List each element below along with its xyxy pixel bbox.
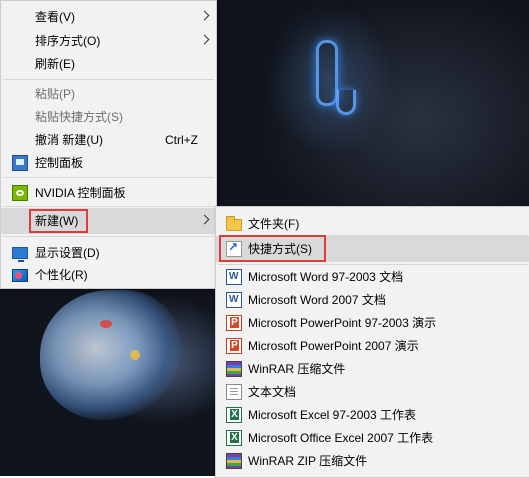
- personalize-icon: [12, 269, 28, 282]
- menu-separator: [3, 79, 214, 80]
- new-submenu: 文件夹(F) 快捷方式(S) Microsoft Word 97-2003 文档…: [215, 206, 529, 478]
- display-settings-icon: [12, 247, 28, 262]
- chevron-right-icon: [199, 10, 210, 21]
- wallpaper-glow-shape: [316, 40, 338, 106]
- winrar-icon: [226, 361, 242, 377]
- menu-item-label: 快捷方式(S): [248, 242, 312, 256]
- powerpoint-icon: [226, 338, 242, 354]
- word-icon: [226, 292, 242, 308]
- wallpaper-glow-hook: [336, 90, 356, 115]
- chevron-right-icon: [199, 214, 210, 225]
- word-icon: [226, 269, 242, 285]
- menu-item-view[interactable]: 查看(V): [1, 4, 216, 30]
- menu-item-control-panel[interactable]: 控制面板: [1, 150, 216, 176]
- menu-item-new[interactable]: 新建(W): [1, 208, 216, 234]
- submenu-item-winrar-zip[interactable]: WinRAR ZIP 压缩文件: [216, 448, 529, 474]
- menu-item-label: NVIDIA 控制面板: [35, 186, 126, 200]
- menu-separator: [3, 177, 214, 178]
- wallpaper-fish-spot: [130, 350, 140, 360]
- menu-separator: [3, 206, 214, 207]
- menu-item-nvidia-control-panel[interactable]: NVIDIA 控制面板: [1, 180, 216, 206]
- wallpaper-fish-spot: [100, 320, 112, 328]
- menu-item-personalize[interactable]: 个性化(R): [1, 262, 216, 288]
- control-panel-icon: [12, 155, 28, 171]
- menu-item-refresh[interactable]: 刷新(E): [1, 51, 216, 77]
- menu-item-label: 查看(V): [35, 10, 75, 24]
- powerpoint-icon: [226, 315, 242, 331]
- nvidia-icon: [12, 185, 28, 201]
- submenu-item-folder[interactable]: 文件夹(F): [216, 211, 529, 237]
- menu-item-label: 新建(W): [35, 214, 79, 228]
- folder-icon: [226, 216, 242, 231]
- menu-item-label: 个性化(R): [35, 268, 88, 282]
- menu-item-label: 控制面板: [35, 156, 84, 170]
- excel-icon: [226, 430, 242, 446]
- winrar-zip-icon: [226, 453, 242, 469]
- chevron-right-icon: [199, 34, 210, 45]
- menu-item-label: WinRAR ZIP 压缩文件: [248, 454, 368, 468]
- excel-icon: [226, 407, 242, 423]
- menu-item-label: 文件夹(F): [248, 217, 300, 231]
- submenu-item-shortcut[interactable]: 快捷方式(S): [216, 236, 529, 262]
- menu-separator: [3, 236, 214, 237]
- menu-item-label: 刷新(E): [35, 57, 75, 71]
- shortcut-icon: [226, 240, 242, 257]
- text-document-icon: [226, 384, 242, 400]
- menu-item-shortcut: Ctrl+Z: [165, 133, 198, 147]
- desktop-context-menu: 查看(V) 排序方式(O) 刷新(E) 粘贴(P) 粘贴快捷方式(S) 撤消 新…: [0, 0, 217, 289]
